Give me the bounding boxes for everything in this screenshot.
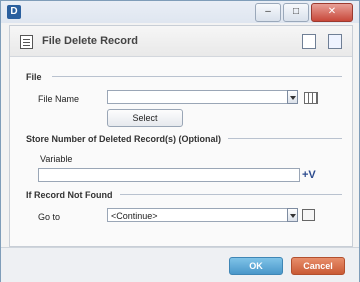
file-browse-grid-icon[interactable] (304, 92, 318, 104)
goto-select[interactable]: <Continue> (107, 208, 297, 222)
file-name-label: File Name (38, 94, 80, 104)
panel-header: File Delete Record (10, 26, 352, 57)
ok-button[interactable]: OK (229, 257, 283, 275)
section-file-label: File (26, 72, 42, 82)
add-variable-icon[interactable]: +V (302, 169, 316, 181)
file-name-dropdown-button[interactable] (287, 90, 298, 104)
section-not-found-label: If Record Not Found (26, 190, 113, 200)
section-not-found-divider (120, 194, 342, 195)
copy-tool-icon[interactable] (328, 34, 342, 49)
panel-title: File Delete Record (42, 35, 138, 47)
section-file-divider (52, 76, 342, 77)
section-store-divider (228, 138, 342, 139)
title-bar: D – □ ✕ (1, 1, 359, 23)
app-logo-icon: D (7, 5, 21, 19)
select-button[interactable]: Select (107, 109, 183, 127)
variable-input[interactable] (38, 168, 300, 182)
section-store-label: Store Number of Deleted Record(s) (Optio… (26, 134, 222, 144)
record-icon (20, 35, 33, 49)
minimize-button[interactable]: – (255, 3, 281, 22)
maximize-button[interactable]: □ (283, 3, 309, 22)
dialog-footer: OK Cancel (1, 247, 359, 282)
variable-label: Variable (40, 154, 73, 164)
dialog-window: D – □ ✕ File Delete Record File File Nam… (0, 0, 360, 282)
file-name-input[interactable] (107, 90, 297, 104)
window-controls: – □ ✕ (253, 3, 353, 22)
cancel-button[interactable]: Cancel (291, 257, 345, 275)
goto-dropdown-button[interactable] (287, 208, 298, 222)
add-tool-icon[interactable] (302, 34, 316, 49)
close-button[interactable]: ✕ (311, 3, 353, 22)
goto-label: Go to (38, 212, 61, 222)
goto-target-icon[interactable] (302, 209, 315, 221)
